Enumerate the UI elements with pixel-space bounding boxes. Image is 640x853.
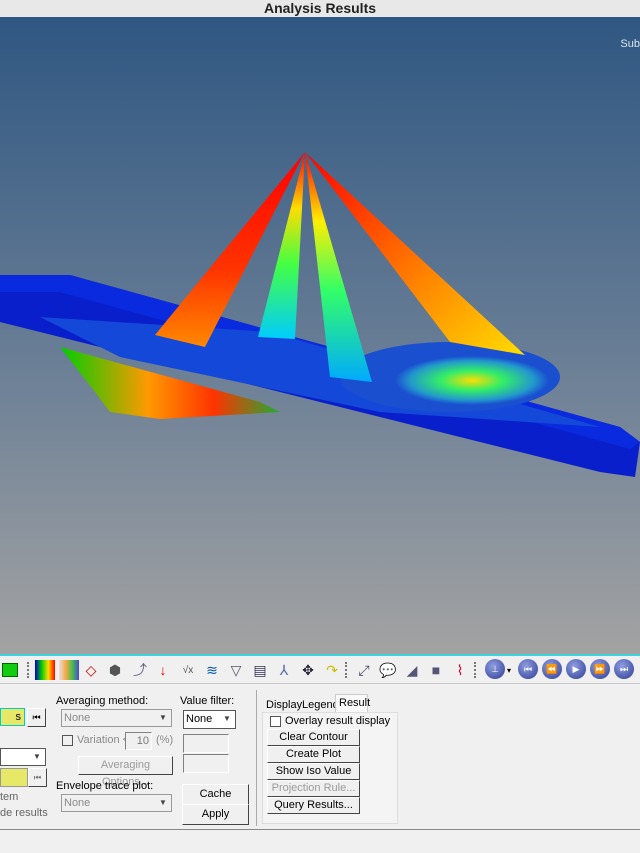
viewport-label: Sub bbox=[620, 38, 640, 50]
chevron-down-icon: ▼ bbox=[33, 752, 41, 761]
graphics-viewport[interactable]: Sub bbox=[0, 17, 640, 654]
value-filter-value: None bbox=[186, 713, 213, 725]
value-filter-combo[interactable]: None ▼ bbox=[183, 710, 236, 729]
chevron-down-icon: ▼ bbox=[223, 714, 231, 723]
averaging-method-value: None bbox=[64, 712, 91, 724]
chevron-down-icon: ▼ bbox=[159, 798, 167, 807]
first-step-button[interactable]: ⏮ bbox=[27, 708, 46, 727]
envelope-trace-label: Envelope trace plot: bbox=[56, 780, 154, 792]
play-icon[interactable]: ▶ bbox=[566, 659, 586, 679]
toolbar: ◇ ⬢ ⤴ ↓ √x ≋ ▽ ▤ ⅄ ✥ ↷ ⤢ 💬 ◢ ■ ⌇ ⊥ ▾ ⏮ ⏪… bbox=[0, 656, 640, 684]
status-bar bbox=[0, 829, 640, 853]
filter-min-input[interactable] bbox=[183, 734, 229, 753]
vector-icon[interactable]: ⤴ bbox=[130, 660, 150, 680]
averaging-method-label: Averaging method: bbox=[56, 695, 149, 707]
separator bbox=[345, 662, 347, 678]
filter-max-input[interactable] bbox=[183, 754, 229, 773]
cut-plane-icon[interactable]: ▤ bbox=[250, 660, 270, 680]
last-frame-icon[interactable]: ⏭ bbox=[614, 659, 634, 679]
cache-button[interactable]: Cache bbox=[182, 784, 249, 805]
overlay-result-checkbox[interactable] bbox=[270, 716, 281, 727]
contour-model bbox=[0, 152, 640, 477]
overlay-result-label: Overlay result display bbox=[285, 715, 391, 727]
iso-icon[interactable]: ⬢ bbox=[105, 660, 125, 680]
component-field[interactable] bbox=[0, 768, 28, 787]
projection-rule-button[interactable]: Projection Rule... bbox=[267, 780, 360, 797]
result-type-field[interactable]: s bbox=[0, 708, 25, 726]
chevron-down-icon: ▼ bbox=[159, 713, 167, 722]
divider bbox=[256, 690, 257, 826]
measure-icon[interactable]: √x bbox=[178, 660, 198, 680]
rewind-icon[interactable]: ⏪ bbox=[542, 659, 562, 679]
query-results-button[interactable]: Query Results... bbox=[267, 797, 360, 814]
animation-type-icon[interactable]: ⊥ bbox=[485, 659, 505, 679]
camera-icon[interactable]: ■ bbox=[426, 660, 446, 680]
results-panel: s ⏮ ▼ ⏮ tem de results Averaging method:… bbox=[0, 686, 640, 828]
show-iso-value-button[interactable]: Show Iso Value bbox=[267, 763, 360, 780]
node-results-label: de results bbox=[0, 807, 48, 819]
chevron-down-icon[interactable]: ▾ bbox=[505, 660, 513, 680]
deformed-icon[interactable]: ◇ bbox=[81, 660, 101, 680]
variation-checkbox[interactable] bbox=[62, 735, 73, 746]
apply-button[interactable]: Apply bbox=[182, 804, 249, 825]
averaging-options-button[interactable]: Averaging Options... bbox=[78, 756, 173, 788]
clear-contour-button[interactable]: Clear Contour bbox=[267, 729, 360, 746]
query-icon[interactable]: ⅄ bbox=[274, 660, 294, 680]
note-icon[interactable]: ◢ bbox=[402, 660, 422, 680]
stream-icon[interactable]: ▽ bbox=[226, 660, 246, 680]
envelope-trace-value: None bbox=[64, 797, 91, 809]
tab-result[interactable]: Result bbox=[335, 694, 370, 712]
contour-icon[interactable] bbox=[35, 660, 55, 680]
create-plot-style-button[interactable]: Create Plot Style... bbox=[267, 746, 360, 775]
envelope-trace-combo[interactable]: None ▼ bbox=[61, 794, 172, 812]
variation-unit: (%) bbox=[156, 734, 174, 746]
bead-icon[interactable]: ⤢ bbox=[354, 660, 374, 680]
component-icon[interactable] bbox=[0, 660, 20, 680]
annotation-icon[interactable]: 💬 bbox=[378, 660, 398, 680]
legend-icon[interactable] bbox=[59, 660, 79, 680]
tab-display[interactable]: Display bbox=[266, 699, 302, 711]
layer-combo[interactable]: ▼ bbox=[0, 748, 46, 766]
separator bbox=[27, 662, 29, 678]
component-step-button[interactable]: ⏮ bbox=[28, 768, 47, 787]
first-frame-icon[interactable]: ⏮ bbox=[518, 659, 538, 679]
curve-icon[interactable]: ⌇ bbox=[450, 660, 470, 680]
derived-results-icon[interactable]: ≋ bbox=[202, 660, 222, 680]
tensor-icon[interactable]: ↓ bbox=[153, 660, 173, 680]
averaging-method-combo[interactable]: None ▼ bbox=[61, 709, 172, 727]
value-filter-label: Value filter: bbox=[180, 695, 235, 707]
window-title: Analysis Results bbox=[0, 0, 640, 17]
separator bbox=[474, 662, 476, 678]
tracking-icon[interactable]: ✥ bbox=[298, 660, 318, 680]
fast-forward-icon[interactable]: ⏩ bbox=[590, 659, 610, 679]
variation-label: Variation < bbox=[77, 734, 130, 746]
variation-input[interactable]: 10 bbox=[125, 732, 152, 750]
system-label: tem bbox=[0, 791, 19, 803]
tab-legend[interactable]: Legend bbox=[302, 699, 339, 711]
frame-icon[interactable]: ↷ bbox=[322, 660, 342, 680]
